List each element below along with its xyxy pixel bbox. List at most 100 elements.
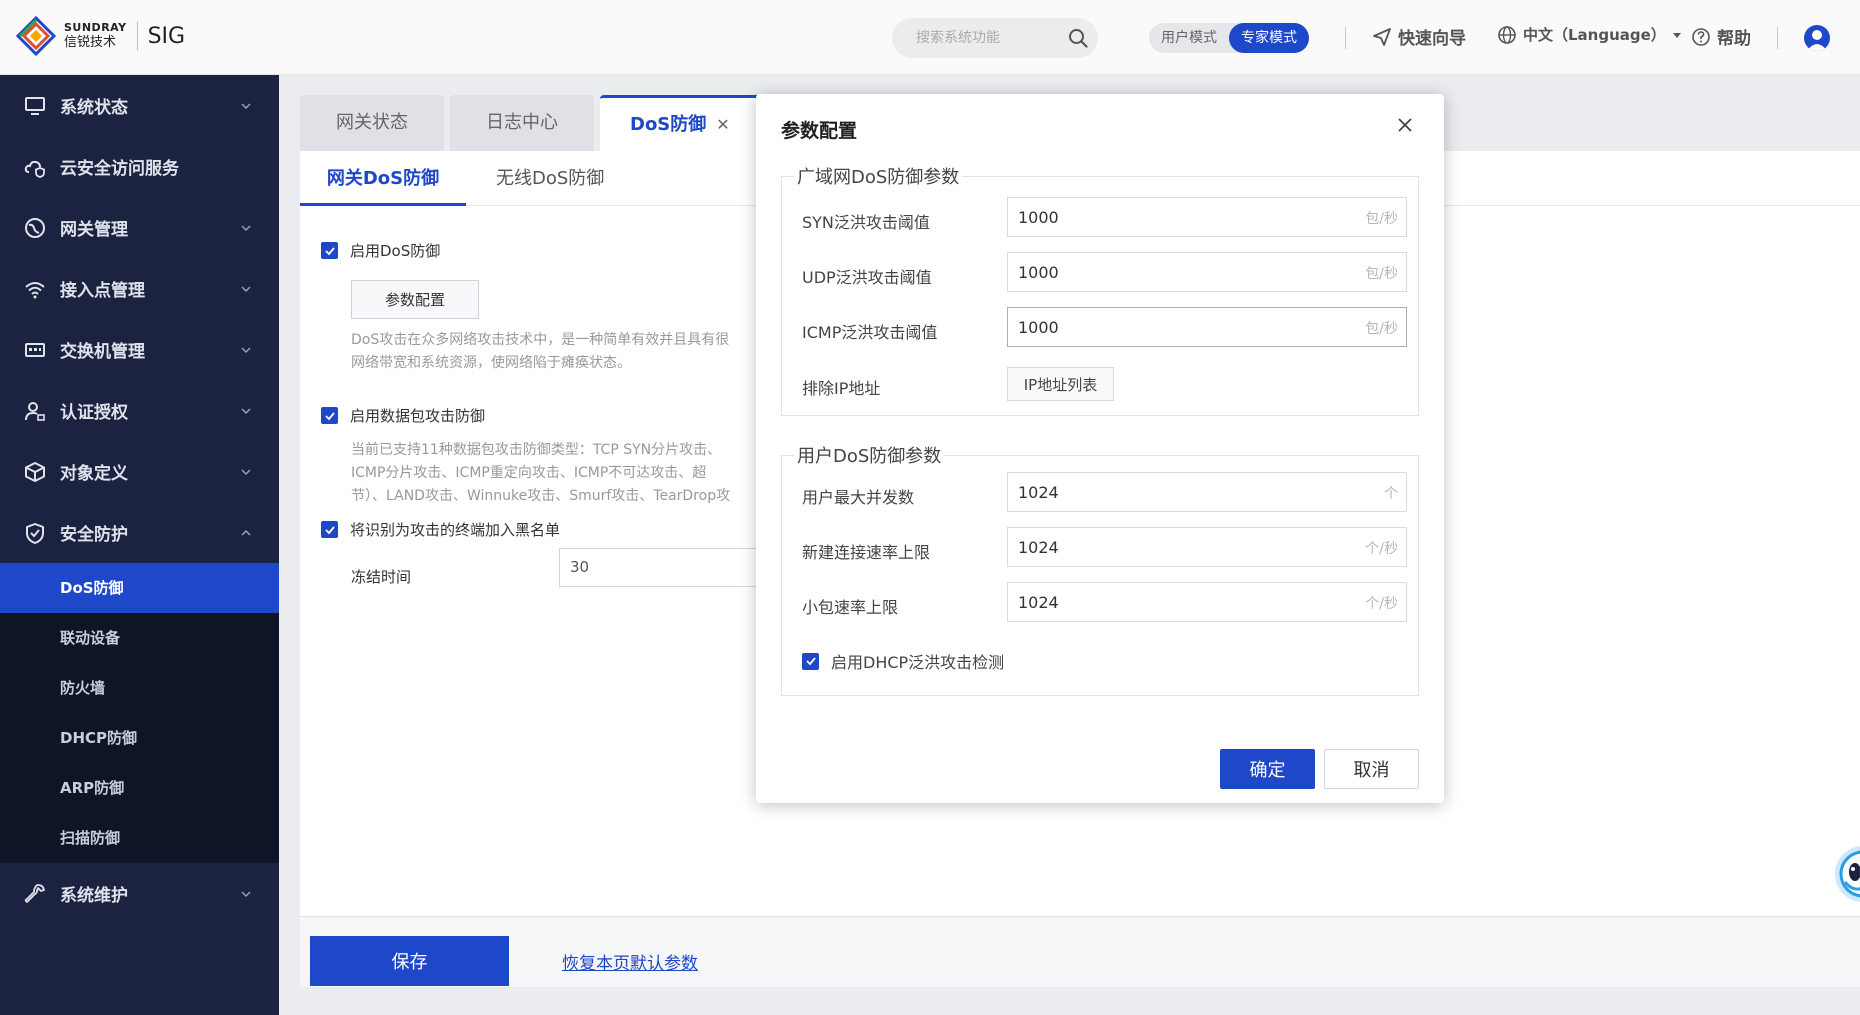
search-icon[interactable] [1068,28,1088,48]
monitor-icon [25,97,45,115]
sidebar-item-objects[interactable]: 对象定义 [0,441,279,502]
cancel-button[interactable]: 取消 [1324,749,1419,789]
subtab-wireless-dos[interactable]: 无线DoS防御 [496,151,604,206]
subtab-gateway-dos[interactable]: 网关DoS防御 [300,151,466,206]
user-avatar[interactable] [1804,25,1830,51]
sidebar-item-auth[interactable]: 认证授权 [0,380,279,441]
logo-cn-text: 信锐技术 [64,34,117,50]
language-selector[interactable]: 中文（Language） [1497,24,1688,45]
sidebar-item-label: 云安全访问服务 [60,159,179,179]
check-icon [324,246,335,255]
page-tabs: 网关状态 日志中心 DoS防御 ✕ [300,95,766,151]
check-icon [324,525,335,534]
dhcp-flood-label: 启用DHCP泛洪攻击检测 [831,653,1005,672]
header-divider [1345,27,1346,49]
global-search [892,18,1098,58]
sidebar-item-label: 认证授权 [60,403,128,423]
max-concurrent-label: 用户最大并发数 [802,488,915,507]
ip-list-button[interactable]: IP地址列表 [1007,367,1114,401]
sidebar-item-gateway[interactable]: 网关管理 [0,197,279,258]
shield-icon [26,523,44,544]
enable-packet-row: 启用数据包攻击防御 [321,405,485,426]
param-config-button[interactable]: 参数配置 [351,280,479,319]
syn-threshold-field: 包/秒 [1007,197,1407,237]
sundray-logo-icon [16,16,56,56]
sidebar-subitem-dhcp[interactable]: DHCP防御 [0,713,279,763]
help-label: 帮助 [1717,29,1751,49]
sidebar-item-maintenance[interactable]: 系统维护 [0,863,279,924]
udp-threshold-field: 包/秒 [1007,252,1407,292]
logo-divider [136,22,138,50]
restore-defaults-link[interactable]: 恢复本页默认参数 [562,949,698,974]
sidebar-item-cloud-security[interactable]: 云安全访问服务 [0,136,279,197]
quick-guide-label: 快速向导 [1398,29,1466,49]
sidebar: 系统状态 云安全访问服务 网关管理 接入点管理 交换机管理 认证授权 对象定义 … [0,75,279,1015]
sidebar-subitem-scan[interactable]: 扫描防御 [0,813,279,863]
sidebar-item-system-status[interactable]: 系统状态 [0,75,279,136]
logo[interactable]: SUNDRAY 信锐技术 SIG [16,16,185,56]
syn-threshold-input[interactable] [1018,198,1318,236]
chevron-down-icon [241,891,251,898]
chevron-down-icon [241,469,251,476]
new-conn-rate-field: 个/秒 [1007,527,1407,567]
footer-bar: 保存 恢复本页默认参数 [300,916,1860,987]
tab-dos-label: DoS防御 [630,114,707,135]
sidebar-item-security[interactable]: 安全防护 [0,502,279,563]
dhcp-flood-row: 启用DHCP泛洪攻击检测 [802,649,1004,673]
help-link[interactable]: 帮助 [1691,24,1751,49]
dos-desc-line: 网络带宽和系统资源，使网络陷于瘫痪状态。 [351,355,631,371]
wrench-icon [24,884,45,903]
tab-gateway-status[interactable]: 网关状态 [300,95,444,151]
unit-label: 个 [1384,486,1398,502]
blacklist-label: 将识别为攻击的终端加入黑名单 [350,521,561,539]
security-submenu: DoS防御 联动设备 防火墙 DHCP防御 ARP防御 扫描防御 [0,563,279,863]
unit-label: 个/秒 [1365,596,1398,612]
assistant-robot-icon[interactable] [1823,842,1860,906]
check-icon [805,657,816,666]
cloud-shield-icon [24,160,45,178]
freeze-time-label: 冻结时间 [351,568,412,586]
quick-guide-link[interactable]: 快速向导 [1372,24,1466,49]
user-dos-group: 用户DoS防御参数 用户最大并发数 个 新建连接速率上限 个/秒 小包速率上限 … [781,442,1419,696]
close-icon[interactable] [1396,116,1414,134]
close-icon[interactable]: ✕ [716,115,729,134]
wan-group-title: 广域网DoS防御参数 [794,163,963,189]
confirm-button[interactable]: 确定 [1220,749,1315,789]
chevron-down-icon [241,286,251,293]
small-packet-rate-label: 小包速率上限 [802,598,899,617]
help-icon [1692,27,1710,46]
enable-dos-checkbox[interactable] [321,242,338,259]
blacklist-checkbox[interactable] [321,521,338,538]
sidebar-subitem-arp[interactable]: ARP防御 [0,763,279,813]
sidebar-subitem-firewall[interactable]: 防火墙 [0,663,279,713]
paper-plane-icon [1373,27,1391,46]
unit-label: 个/秒 [1365,541,1398,557]
sidebar-item-switch[interactable]: 交换机管理 [0,319,279,380]
product-name: SIG [147,23,186,49]
user-mode-button[interactable]: 用户模式 [1149,23,1229,53]
sidebar-subitem-linked-devices[interactable]: 联动设备 [0,613,279,663]
search-input[interactable] [916,18,1066,58]
udp-threshold-label: UDP泛洪攻击阈值 [802,268,932,287]
save-button[interactable]: 保存 [310,936,509,986]
freeze-time-input[interactable]: 30 [559,548,779,587]
enable-packet-checkbox[interactable] [321,407,338,424]
expert-mode-button[interactable]: 专家模式 [1229,23,1309,53]
sidebar-item-label: 系统维护 [60,886,128,906]
max-concurrent-field: 个 [1007,472,1407,512]
param-config-dialog: 参数配置 广域网DoS防御参数 SYN泛洪攻击阈值 包/秒 UDP泛洪攻击阈值 … [756,94,1444,803]
udp-threshold-input[interactable] [1018,253,1318,291]
max-concurrent-input[interactable] [1018,473,1318,511]
user-lock-icon [25,402,45,421]
packet-desc-line: 节）、LAND攻击、Winnuke攻击、Smurf攻击、TearDrop攻 [351,488,731,504]
sidebar-subitem-dos[interactable]: DoS防御 [0,563,279,613]
dhcp-flood-checkbox[interactable] [802,652,819,670]
sidebar-item-access-point[interactable]: 接入点管理 [0,258,279,319]
exclude-ip-label: 排除IP地址 [802,379,881,398]
tab-log-center[interactable]: 日志中心 [450,95,594,151]
new-conn-rate-input[interactable] [1018,528,1318,566]
dialog-title: 参数配置 [781,120,858,142]
tab-dos[interactable]: DoS防御 ✕ [600,95,760,151]
small-packet-rate-input[interactable] [1018,583,1318,621]
icmp-threshold-input[interactable] [1018,308,1318,346]
